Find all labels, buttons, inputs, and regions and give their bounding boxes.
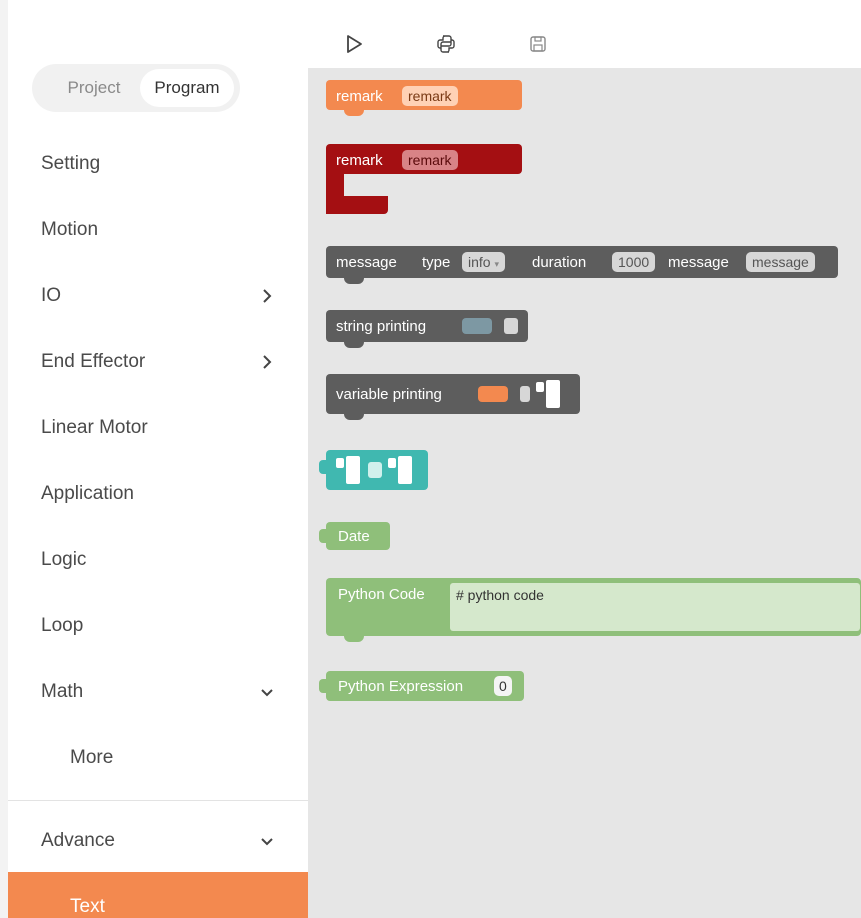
play-icon[interactable] bbox=[342, 32, 366, 56]
python-code-block[interactable]: Python Code # python code bbox=[326, 578, 861, 642]
connector-tab bbox=[388, 458, 396, 468]
variable-printing-block[interactable]: variable printing bbox=[326, 374, 580, 420]
block-label: type bbox=[422, 254, 451, 271]
value-connector bbox=[546, 380, 560, 408]
sidebar-divider bbox=[8, 800, 308, 801]
block-label: Date bbox=[338, 528, 370, 545]
connector-tab bbox=[336, 458, 344, 468]
message-field[interactable]: message bbox=[746, 252, 815, 272]
chevron-down-icon bbox=[261, 838, 273, 846]
remark-block[interactable]: remark remark bbox=[326, 80, 522, 116]
value-input-slot[interactable] bbox=[520, 386, 530, 402]
category-motion[interactable]: Motion bbox=[8, 206, 308, 256]
chevron-right-icon bbox=[263, 355, 272, 369]
type-dropdown[interactable]: info ▾ bbox=[462, 252, 505, 272]
value-input-slot[interactable] bbox=[368, 462, 382, 478]
block-notch bbox=[344, 414, 364, 420]
block-workspace[interactable]: remark remark remark remark message type… bbox=[308, 68, 861, 918]
duration-field[interactable]: 1000 bbox=[612, 252, 656, 272]
tab-program[interactable]: Program bbox=[140, 69, 234, 107]
remark-field[interactable]: remark bbox=[402, 150, 458, 170]
block-label: string printing bbox=[336, 318, 427, 335]
category-loop[interactable]: Loop bbox=[8, 602, 308, 652]
category-label: IO bbox=[41, 285, 62, 306]
category-more[interactable]: More bbox=[8, 734, 308, 784]
category-label: Application bbox=[41, 483, 134, 504]
block-notch bbox=[344, 342, 364, 348]
category-label: Linear Motor bbox=[41, 417, 148, 438]
dropdown-arrow-icon: ▾ bbox=[494, 259, 499, 269]
message-block[interactable]: message type info ▾ duration 1000 messag… bbox=[326, 246, 838, 284]
python-expression-block[interactable]: Python Expression 0 bbox=[319, 671, 524, 701]
block-label: Python Expression bbox=[338, 678, 464, 695]
value-input-slot[interactable] bbox=[504, 318, 518, 334]
date-block[interactable]: Date bbox=[319, 522, 390, 550]
output-plug bbox=[319, 460, 328, 474]
category-label: End Effector bbox=[41, 351, 146, 372]
block-notch bbox=[344, 278, 364, 284]
block-label: duration bbox=[532, 254, 587, 271]
category-math[interactable]: Math bbox=[8, 668, 308, 718]
category-io[interactable]: IO bbox=[8, 272, 308, 322]
category-end-effector[interactable]: End Effector bbox=[8, 338, 308, 388]
block-label: remark bbox=[336, 88, 383, 105]
value-connector bbox=[346, 456, 360, 484]
block-label: Python Code bbox=[338, 586, 425, 603]
category-sidebar: Project Program Setting Motion IO End Ef… bbox=[0, 0, 308, 918]
category-label: Logic bbox=[41, 549, 87, 570]
python-icon[interactable] bbox=[434, 32, 458, 56]
python-code-editor[interactable]: # python code bbox=[450, 583, 860, 631]
category-label: Text bbox=[70, 896, 105, 917]
category-linear-motor[interactable]: Linear Motor bbox=[8, 404, 308, 454]
output-plug bbox=[319, 679, 328, 693]
category-setting[interactable]: Setting bbox=[8, 140, 308, 190]
category-application[interactable]: Application bbox=[8, 470, 308, 520]
type-value: info bbox=[468, 254, 491, 270]
output-plug bbox=[319, 529, 328, 543]
category-label: Math bbox=[41, 681, 84, 702]
category-label: Loop bbox=[41, 615, 84, 636]
join-value-block[interactable] bbox=[319, 450, 428, 490]
chevron-down-icon bbox=[261, 689, 273, 697]
save-icon[interactable] bbox=[526, 32, 550, 56]
connector-tab bbox=[536, 382, 544, 392]
category-advance[interactable]: Advance bbox=[8, 817, 308, 867]
string-input-slot[interactable] bbox=[462, 318, 492, 334]
category-label: Motion bbox=[41, 219, 99, 240]
category-label: Setting bbox=[41, 153, 101, 174]
sidebar-edge bbox=[0, 0, 8, 918]
value-connector bbox=[398, 456, 412, 484]
category-label: More bbox=[70, 747, 114, 768]
remark-statement-block[interactable]: remark remark bbox=[326, 144, 522, 174]
string-printing-block[interactable]: string printing bbox=[326, 310, 528, 348]
block-notch bbox=[344, 636, 364, 642]
remark-statement-foot bbox=[326, 196, 388, 214]
category-logic[interactable]: Logic bbox=[8, 536, 308, 586]
remark-statement-slot bbox=[344, 174, 388, 196]
category-label: Advance bbox=[41, 830, 115, 851]
block-notch bbox=[344, 110, 364, 116]
block-label: message bbox=[336, 254, 397, 271]
tab-project[interactable]: Project bbox=[44, 69, 144, 107]
category-text[interactable]: Text bbox=[8, 872, 308, 918]
workspace-toolbar bbox=[308, 0, 861, 68]
remark-field[interactable]: remark bbox=[402, 86, 458, 106]
variable-input-slot[interactable] bbox=[478, 386, 508, 402]
block-label: variable printing bbox=[336, 386, 442, 403]
chevron-right-icon bbox=[263, 289, 272, 303]
block-label: remark bbox=[336, 152, 383, 169]
block-label: message bbox=[668, 254, 729, 271]
project-program-toggle: Project Program bbox=[32, 64, 240, 112]
expression-field[interactable]: 0 bbox=[494, 676, 512, 696]
